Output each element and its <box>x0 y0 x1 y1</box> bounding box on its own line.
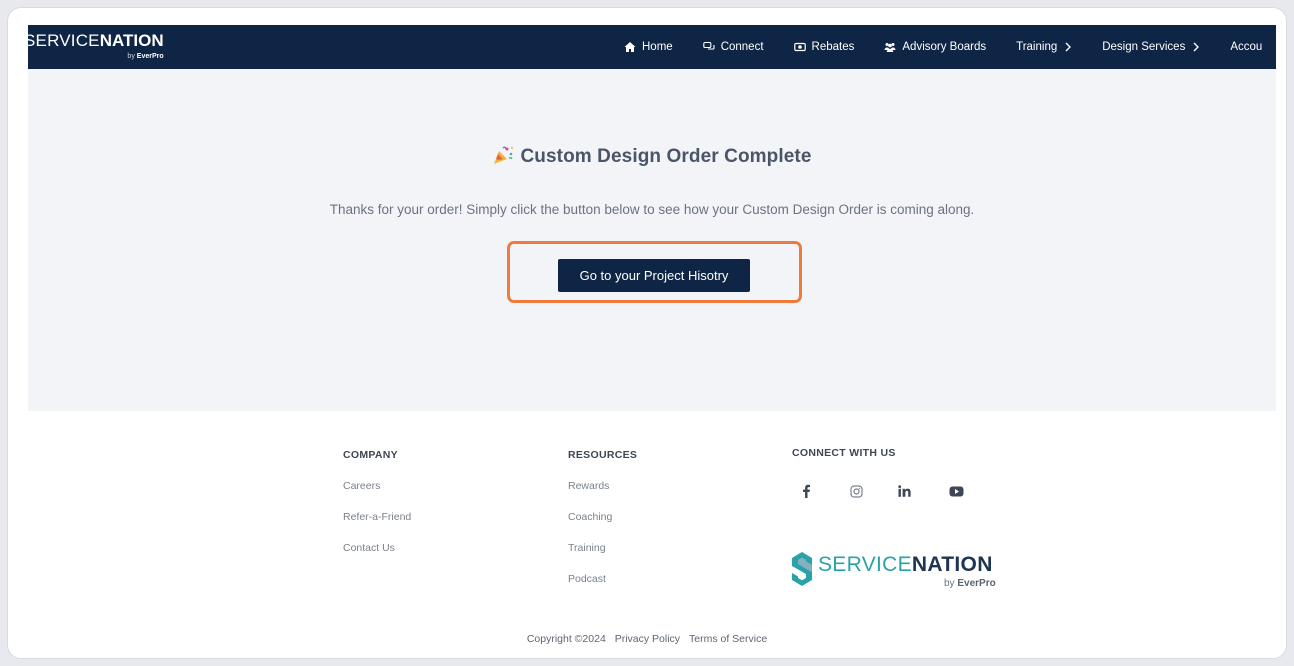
logo-word-service: SERVICE <box>28 31 100 50</box>
nav-item-design-services[interactable]: Design Services <box>1102 41 1200 53</box>
logo-by-brand: EverPro <box>136 53 164 60</box>
brand-wordmark: SERVICENATION <box>818 553 993 577</box>
order-complete-section: Custom Design Order Complete Thanks for … <box>28 69 1276 411</box>
copyright-text: Copyright ©2024 <box>526 633 606 645</box>
nav-items: Home Connect Rebates Advisory Boards Tra… <box>624 25 1276 69</box>
footer-heading-company: COMPANY <box>343 449 398 461</box>
nav-logo[interactable]: SERVICENATION by EverPro <box>28 31 164 60</box>
brand-byline: by EverPro <box>944 578 996 589</box>
linkedin-icon[interactable] <box>897 483 913 499</box>
brand-word-service: SERVICE <box>818 553 912 576</box>
brand-by: by <box>944 578 955 589</box>
footer-resources-column: RESOURCES Rewards Coaching Training Podc… <box>568 449 637 603</box>
nav-item-label: Rebates <box>811 41 855 53</box>
nav-item-label: Accou <box>1230 41 1263 53</box>
footer-brand-logo[interactable]: SERVICENATION by EverPro <box>791 550 1011 594</box>
nav-item-connect[interactable]: Connect <box>702 41 764 53</box>
facebook-icon[interactable] <box>798 483 814 499</box>
logo-by: by <box>127 53 135 60</box>
browser-frame: SERVICENATION by EverPro Home Connect Re… <box>7 7 1287 659</box>
footer-link-podcast[interactable]: Podcast <box>568 572 637 586</box>
footer-connect-column: CONNECT WITH US <box>792 447 896 459</box>
footer-heading-connect: CONNECT WITH US <box>792 447 896 459</box>
nav-item-label: Home <box>642 41 673 53</box>
instagram-icon[interactable] <box>848 483 864 499</box>
chevron-right-icon <box>1065 42 1072 52</box>
page-title: Custom Design Order Complete <box>28 145 1276 168</box>
privacy-policy-link[interactable]: Privacy Policy <box>615 633 680 645</box>
footer: COMPANY Careers Refer-a-Friend Contact U… <box>28 411 1276 658</box>
page-title-text: Custom Design Order Complete <box>520 146 812 167</box>
footer-heading-resources: RESOURCES <box>568 449 638 461</box>
nav-item-account[interactable]: Accou <box>1230 41 1262 53</box>
order-message: Thanks for your order! Simply click the … <box>329 202 975 217</box>
people-icon <box>884 43 896 52</box>
youtube-icon[interactable] <box>948 483 964 499</box>
footer-link-training[interactable]: Training <box>568 541 637 555</box>
nav-item-rebates[interactable]: Rebates <box>793 41 855 53</box>
logo-byline: by EverPro <box>127 53 163 60</box>
footer-link-refer-a-friend[interactable]: Refer-a-Friend <box>343 510 411 524</box>
brand-word-nation: NATION <box>911 553 993 576</box>
nav-item-home[interactable]: Home <box>624 41 673 53</box>
party-popper-icon <box>494 146 514 164</box>
nav-item-label: Design Services <box>1102 41 1186 53</box>
terms-of-service-link[interactable]: Terms of Service <box>689 633 767 645</box>
nav-item-label: Training <box>1016 41 1058 53</box>
nav-item-label: Connect <box>720 41 764 53</box>
chevron-right-icon <box>1193 42 1200 52</box>
nav-item-label: Advisory Boards <box>902 41 987 53</box>
page-viewport: SERVICENATION by EverPro Home Connect Re… <box>28 25 1276 658</box>
brand-mark-icon <box>792 552 812 586</box>
top-nav: SERVICENATION by EverPro Home Connect Re… <box>28 25 1276 69</box>
footer-link-careers[interactable]: Careers <box>343 479 411 493</box>
copyright-bar: Copyright ©2024 Privacy Policy Terms of … <box>0 633 1294 645</box>
footer-link-rewards[interactable]: Rewards <box>568 479 637 493</box>
footer-link-contact-us[interactable]: Contact Us <box>343 541 411 555</box>
project-history-button[interactable]: Go to your Project Hisotry <box>558 259 750 292</box>
money-icon <box>793 42 806 52</box>
footer-company-column: COMPANY Careers Refer-a-Friend Contact U… <box>343 449 411 572</box>
chat-icon <box>702 41 715 50</box>
home-icon <box>624 42 636 52</box>
nav-item-advisory-boards[interactable]: Advisory Boards <box>884 41 986 53</box>
logo-word-nation: NATION <box>99 31 164 50</box>
footer-link-coaching[interactable]: Coaching <box>568 510 637 524</box>
nav-item-training[interactable]: Training <box>1016 41 1072 53</box>
brand-by-brand: EverPro <box>957 578 996 589</box>
